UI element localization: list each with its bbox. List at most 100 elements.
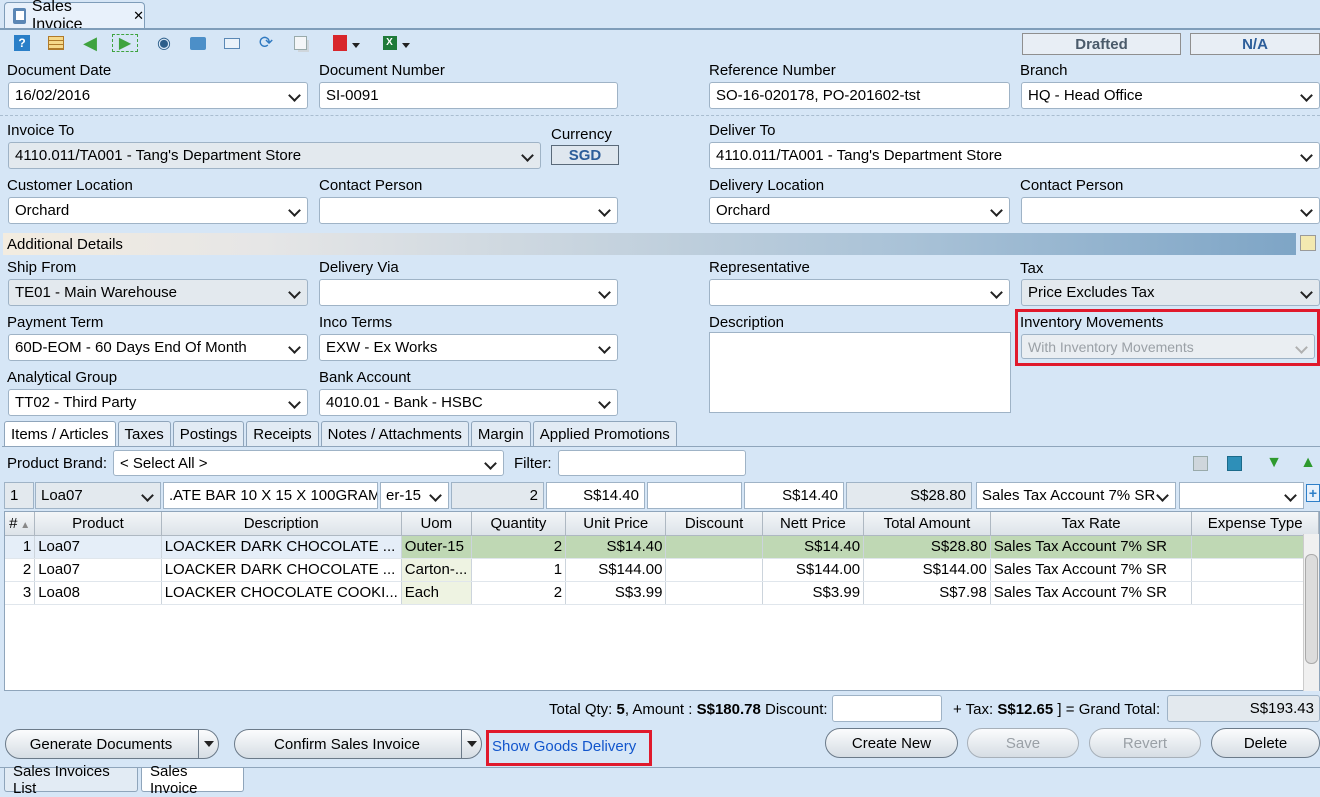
forward-arrow-icon[interactable]: ▶: [112, 34, 138, 52]
col-header-total-amount[interactable]: Total Amount: [863, 512, 991, 536]
table-row[interactable]: 2 Loa07 LOACKER DARK CHOCOLATE ... Carto…: [5, 558, 1319, 582]
back-arrow-icon[interactable]: ◀: [80, 33, 100, 53]
tab-postings[interactable]: Postings: [172, 421, 245, 446]
payment-term-label: Payment Term: [7, 314, 104, 331]
entry-tax-rate-select[interactable]: Sales Tax Account 7% SR: [976, 482, 1176, 509]
move-up-icon[interactable]: ▲: [1298, 454, 1318, 472]
row-tax-rate: Sales Tax Account 7% SR: [990, 535, 1193, 559]
add-row-icon[interactable]: +: [1306, 484, 1320, 502]
col-header-tax-rate[interactable]: Tax Rate: [990, 512, 1193, 536]
representative-select[interactable]: [709, 279, 1010, 306]
confirm-sales-invoice-label: Confirm Sales Invoice: [274, 735, 420, 753]
ship-from-select[interactable]: TE01 - Main Warehouse: [8, 279, 308, 306]
entry-nett-price-field[interactable]: S$14.40: [744, 482, 844, 509]
col-header-unit-price[interactable]: Unit Price: [565, 512, 667, 536]
email-icon[interactable]: [222, 34, 242, 52]
col-header-description[interactable]: Description: [161, 512, 402, 536]
tab-receipts[interactable]: Receipts: [246, 421, 319, 446]
reference-number-field[interactable]: SO-16-020178, PO-201602-tst: [709, 82, 1010, 109]
col-header-nett-price[interactable]: Nett Price: [762, 512, 865, 536]
product-brand-select[interactable]: < Select All >: [113, 450, 504, 476]
import-icon[interactable]: [1190, 454, 1210, 472]
generate-documents-dropdown-icon[interactable]: [198, 730, 218, 758]
inventory-movements-label: Inventory Movements: [1020, 314, 1164, 331]
tab-notes-attachments[interactable]: Notes / Attachments: [320, 421, 469, 446]
grid-icon[interactable]: [46, 34, 66, 52]
table-row[interactable]: 3 Loa08 LOACKER CHOCOLATE COOKI... Each …: [5, 581, 1319, 605]
revert-button[interactable]: Revert: [1089, 728, 1201, 758]
document-date-field[interactable]: 16/02/2016: [8, 82, 308, 109]
filter-input[interactable]: [558, 450, 746, 476]
show-goods-delivery-link[interactable]: Show Goods Delivery: [492, 738, 636, 755]
description-textarea[interactable]: [709, 332, 1011, 413]
entry-expense-type-select[interactable]: [1179, 482, 1304, 509]
branch-select[interactable]: HQ - Head Office: [1021, 82, 1320, 109]
grid-scrollbar[interactable]: [1303, 534, 1319, 691]
entry-description-field[interactable]: .ATE BAR 10 X 15 X 100GRAMS: [163, 482, 378, 509]
tab-taxes[interactable]: Taxes: [117, 421, 171, 446]
print-icon[interactable]: [188, 34, 208, 52]
pdf-icon[interactable]: [330, 34, 362, 52]
tab-sales-invoice-bottom[interactable]: Sales Invoice: [141, 763, 244, 797]
entry-unit-price-field[interactable]: S$14.40: [546, 482, 645, 509]
col-header-expense-type[interactable]: Expense Type: [1191, 512, 1319, 536]
export-icon[interactable]: [1224, 454, 1244, 472]
tab-applied-promotions[interactable]: Applied Promotions: [532, 421, 677, 446]
col-header-number[interactable]: # ▲: [5, 512, 36, 536]
col-header-uom[interactable]: Uom: [401, 512, 472, 536]
total-qty-label: Total Qty:: [549, 701, 613, 718]
reference-number-label: Reference Number: [709, 62, 836, 79]
tax-value: S$12.65: [997, 701, 1054, 718]
confirm-dropdown-icon[interactable]: [461, 730, 481, 758]
currency-badge: SGD: [551, 145, 619, 165]
tab-sales-invoices-list[interactable]: Sales Invoices List: [4, 763, 138, 797]
delivery-location-select[interactable]: Orchard: [709, 197, 1010, 224]
entry-product-select[interactable]: Loa07: [35, 482, 161, 509]
inco-terms-select[interactable]: EXW - Ex Works: [319, 334, 618, 361]
delivery-contact-person-select[interactable]: [1021, 197, 1320, 224]
confirm-sales-invoice-button[interactable]: Confirm Sales Invoice: [234, 729, 482, 759]
delete-label: Delete: [1243, 734, 1288, 752]
payment-term-select[interactable]: 60D-EOM - 60 Days End Of Month: [8, 334, 308, 361]
customer-location-select[interactable]: Orchard: [8, 197, 308, 224]
document-number-field[interactable]: SI-0091: [319, 82, 618, 109]
bank-account-select[interactable]: 4010.01 - Bank - HSBC: [319, 389, 618, 416]
generate-documents-button[interactable]: Generate Documents: [5, 729, 219, 759]
inventory-movements-select[interactable]: With Inventory Movements: [1021, 334, 1315, 359]
ship-from-label: Ship From: [7, 259, 77, 276]
tax-select[interactable]: Price Excludes Tax: [1021, 279, 1320, 306]
col-header-quantity[interactable]: Quantity: [471, 512, 567, 536]
invoice-to-select[interactable]: 4110.011/TA001 - Tang's Department Store: [8, 142, 541, 169]
save-button[interactable]: Save: [967, 728, 1079, 758]
table-row[interactable]: 1 Loa07 LOACKER DARK CHOCOLATE ... Outer…: [5, 535, 1319, 559]
deliver-to-select[interactable]: 4110.011/TA001 - Tang's Department Store: [709, 142, 1320, 169]
row-nett-price: S$3.99: [762, 581, 865, 605]
entry-uom-select[interactable]: er-15: [380, 482, 449, 509]
contact-person-select[interactable]: [319, 197, 618, 224]
total-discount-input[interactable]: [832, 695, 942, 722]
scrollbar-thumb[interactable]: [1305, 554, 1318, 664]
delete-button[interactable]: Delete: [1211, 728, 1320, 758]
entry-discount-field[interactable]: [647, 482, 742, 509]
refresh-icon[interactable]: ⟳: [256, 33, 276, 52]
copy-icon[interactable]: [290, 34, 310, 52]
additional-details-header[interactable]: Additional Details: [3, 233, 1296, 255]
create-new-button[interactable]: Create New: [825, 728, 958, 758]
col-header-product[interactable]: Product: [34, 512, 162, 536]
col-header-discount[interactable]: Discount: [665, 512, 763, 536]
move-down-icon[interactable]: ▼: [1264, 454, 1284, 472]
tab-sales-invoice[interactable]: Sales Invoice ✕: [4, 0, 145, 33]
document-number-label: Document Number: [319, 62, 445, 79]
excel-icon[interactable]: X: [380, 34, 412, 52]
delivery-via-select[interactable]: [319, 279, 618, 306]
tab-margin[interactable]: Margin: [470, 421, 531, 446]
analytical-group-select[interactable]: TT02 - Third Party: [8, 389, 308, 416]
status-secondary: N/A: [1190, 33, 1320, 55]
invoice-to-label: Invoice To: [7, 122, 75, 139]
entry-quantity-field[interactable]: 2: [451, 482, 544, 509]
help-icon[interactable]: ?: [12, 34, 32, 52]
tab-items-articles[interactable]: Items / Articles: [4, 421, 116, 446]
collapse-icon[interactable]: [1300, 235, 1316, 251]
eye-icon[interactable]: ◉: [154, 34, 174, 52]
close-icon[interactable]: ✕: [133, 8, 144, 24]
